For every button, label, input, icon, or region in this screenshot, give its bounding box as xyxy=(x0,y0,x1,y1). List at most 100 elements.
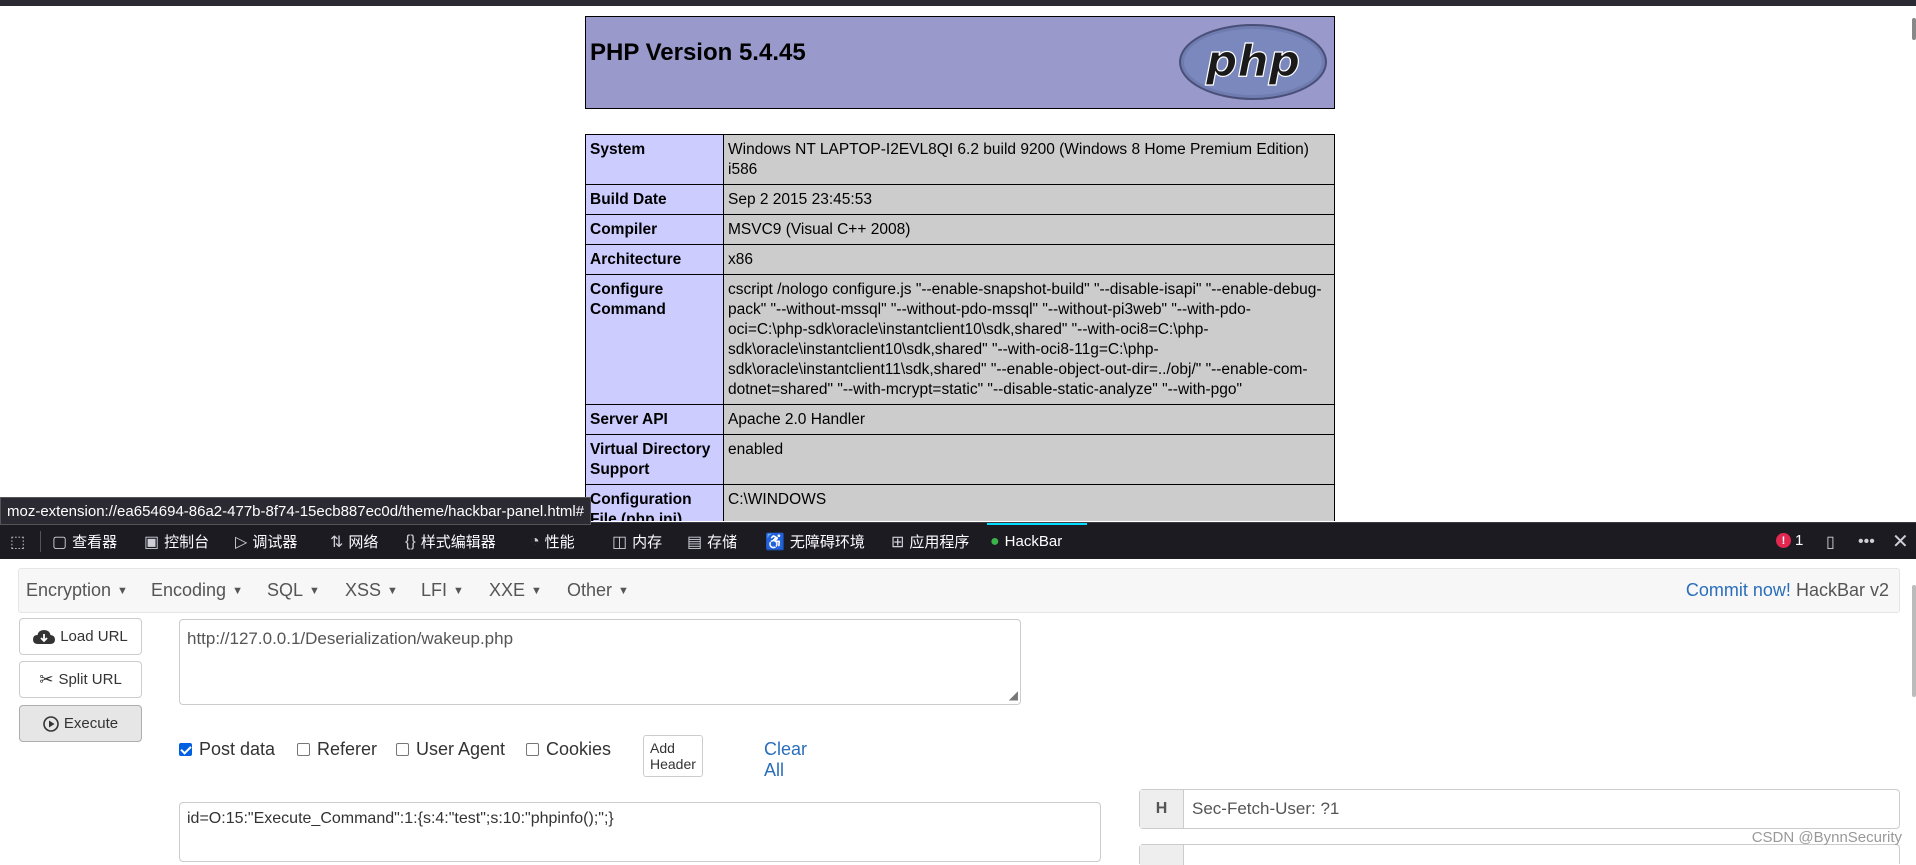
page-title: PHP Version 5.4.45 xyxy=(590,39,806,66)
close-devtools-button[interactable]: ✕ xyxy=(1892,523,1909,560)
phpinfo-row: Configuration File (php.ini) C:\WINDOWS xyxy=(585,484,1335,521)
ellipsis-icon: ••• xyxy=(1858,532,1875,550)
phpinfo-value: Sep 2 2015 23:45:53 xyxy=(723,184,1335,215)
cookies-checkbox[interactable]: Cookies xyxy=(526,739,611,760)
menu-sql[interactable]: SQL ▼ xyxy=(267,580,320,601)
tab-style-editor[interactable]: {} 样式编辑器 xyxy=(405,523,496,560)
load-url-label: Load URL xyxy=(60,628,128,645)
tab-label: 应用程序 xyxy=(909,534,970,551)
checkbox-icon[interactable] xyxy=(297,743,310,756)
more-options-button[interactable]: ••• xyxy=(1858,523,1875,560)
application-icon: ⊞ xyxy=(891,533,905,551)
storage-icon: ▤ xyxy=(687,533,703,551)
header-row-2[interactable] xyxy=(1139,844,1900,865)
menu-lfi[interactable]: LFI ▼ xyxy=(421,580,464,601)
referer-checkbox[interactable]: Referer xyxy=(297,739,377,760)
tab-inspector[interactable]: ▢ 查看器 xyxy=(52,523,117,560)
menu-label: SQL xyxy=(267,580,304,600)
debugger-icon: ▷ xyxy=(235,533,248,551)
devtools-toolbar: ⬚ ▢ 查看器 ▣ 控制台 ▷ 调试器 ⇅ 网络 {} 样式编辑器 ◔ 性能 ◫ 内存 ▤ 存储 ♿ 无障碍环境 ⊞… xyxy=(0,522,1916,560)
menu-label: LFI xyxy=(421,580,448,600)
phpinfo-row: System Windows NT LAPTOP-I2EVL8QI 6.2 bui… xyxy=(585,134,1335,185)
phpinfo-value: MSVC9 (Visual C++ 2008) xyxy=(723,214,1335,245)
tab-accessibility[interactable]: ♿ 无障碍环境 xyxy=(765,523,865,560)
accessibility-icon: ♿ xyxy=(765,533,785,551)
phpinfo-row: Architecture x86 xyxy=(585,244,1335,275)
responsive-icon: ▯ xyxy=(1826,533,1835,551)
tab-application[interactable]: ⊞ 应用程序 xyxy=(891,523,969,560)
header-row[interactable]: H Sec-Fetch-User: ?1 xyxy=(1139,789,1900,829)
phpinfo-page: PHP Version 5.4.45 php System Windows NT … xyxy=(585,16,1337,521)
svg-text:php: php xyxy=(1205,36,1300,87)
post-data-label: Post data xyxy=(199,739,276,759)
hackbar-panel: Encryption ▼ Encoding ▼ SQL ▼ XSS ▼ LFI ▼ XXE ▼ Othe… xyxy=(0,559,1916,865)
responsive-mode-button[interactable]: ▯ xyxy=(1826,523,1835,560)
tab-label: 网络 xyxy=(348,534,379,551)
menu-label: Encoding xyxy=(151,580,227,600)
referer-label: Referer xyxy=(317,739,378,759)
menu-xss[interactable]: XSS ▼ xyxy=(345,580,398,601)
tab-hackbar[interactable]: ● HackBar xyxy=(990,523,1062,560)
execute-button[interactable]: Execute xyxy=(19,705,142,742)
element-picker-button[interactable]: ⬚ xyxy=(10,523,25,560)
post-data-textarea[interactable]: id=O:15:"Execute_Command":1:{s:4:"test";… xyxy=(179,802,1101,862)
url-value: http://127.0.0.1/Deserialization/wakeup.… xyxy=(187,629,514,648)
phpinfo-row: Configure Command cscript /nologo configu… xyxy=(585,274,1335,405)
menu-label: XSS xyxy=(345,580,382,600)
split-url-label: Split URL xyxy=(58,671,122,688)
clear-all-link[interactable]: Clear All xyxy=(764,739,807,781)
page-scrollbar[interactable] xyxy=(1912,18,1916,40)
url-textarea[interactable]: http://127.0.0.1/Deserialization/wakeup.… xyxy=(179,619,1021,705)
caret-down-icon: ▼ xyxy=(618,585,629,598)
caret-down-icon: ▼ xyxy=(387,585,398,598)
error-icon: ! xyxy=(1776,533,1791,548)
menu-encryption[interactable]: Encryption ▼ xyxy=(26,580,128,601)
phpinfo-value: enabled xyxy=(723,434,1335,485)
menu-label: Encryption xyxy=(26,580,112,600)
add-header-button[interactable]: Add Header xyxy=(643,735,703,777)
performance-icon: ◔ xyxy=(530,532,540,550)
user-agent-checkbox[interactable]: User Agent xyxy=(396,739,505,760)
resize-handle-icon[interactable]: ◢ xyxy=(1009,688,1018,702)
header-value[interactable]: Sec-Fetch-User: ?1 xyxy=(1184,790,1339,828)
tab-label: 调试器 xyxy=(252,534,298,551)
menu-other[interactable]: Other ▼ xyxy=(567,580,629,601)
browser-top-strip xyxy=(0,0,1916,6)
commit-link[interactable]: Commit now! xyxy=(1686,580,1791,600)
picker-icon: ⬚ xyxy=(10,533,26,551)
tab-label: 性能 xyxy=(544,534,575,551)
post-data-checkbox[interactable]: Post data xyxy=(179,739,275,760)
scissors-icon: ✂ xyxy=(39,669,54,689)
phpinfo-row: Server API Apache 2.0 Handler xyxy=(585,404,1335,435)
tab-storage[interactable]: ▤ 存储 xyxy=(687,523,737,560)
tab-label: 样式编辑器 xyxy=(420,534,496,551)
post-body-value: id=O:15:"Execute_Command":1:{s:4:"test";… xyxy=(187,810,614,827)
panel-scrollbar[interactable] xyxy=(1912,585,1916,697)
hackbar-icon: ● xyxy=(990,532,1000,550)
checkbox-icon[interactable] xyxy=(396,743,409,756)
style-editor-icon: {} xyxy=(405,532,416,550)
tab-memory[interactable]: ◫ 内存 xyxy=(612,523,662,560)
menu-encoding[interactable]: Encoding ▼ xyxy=(151,580,243,601)
split-url-button[interactable]: ✂ Split URL xyxy=(19,661,142,698)
phpinfo-key: Configuration File (php.ini) xyxy=(585,484,724,521)
error-count-badge[interactable]: ! 1 xyxy=(1776,532,1803,549)
phpinfo-value: C:\WINDOWS xyxy=(723,484,1335,521)
tab-performance[interactable]: ◔ 性能 xyxy=(530,523,575,560)
menu-xxe[interactable]: XXE ▼ xyxy=(489,580,542,601)
commit-area: Commit now! HackBar v2 xyxy=(1686,580,1889,601)
tab-label: 查看器 xyxy=(72,534,118,551)
tab-debugger[interactable]: ▷ 调试器 xyxy=(235,523,297,560)
watermark: CSDN @BynnSecurity xyxy=(1751,829,1902,846)
cloud-download-icon xyxy=(33,629,56,644)
checkbox-checked-icon[interactable] xyxy=(179,743,192,756)
phpinfo-key: Virtual Directory Support xyxy=(585,434,724,485)
checkbox-icon[interactable] xyxy=(526,743,539,756)
phpinfo-row: Build Date Sep 2 2015 23:45:53 xyxy=(585,184,1335,215)
status-bar-url: moz-extension://ea654694-86a2-477b-8f74-… xyxy=(0,497,592,525)
tab-console[interactable]: ▣ 控制台 xyxy=(144,523,209,560)
load-url-button[interactable]: Load URL xyxy=(19,618,142,655)
tab-label: 无障碍环境 xyxy=(789,534,865,551)
tab-network[interactable]: ⇅ 网络 xyxy=(330,523,378,560)
memory-icon: ◫ xyxy=(612,533,628,551)
